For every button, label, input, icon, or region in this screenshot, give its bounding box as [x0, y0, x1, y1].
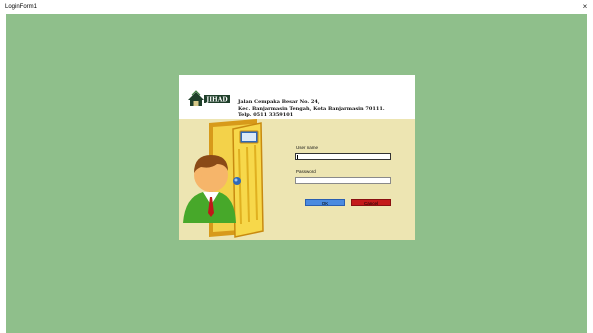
- address-line: Telp. 0511 3359101: [238, 112, 294, 119]
- address-line: Jalan Cempaka Besar No. 24,: [238, 99, 320, 105]
- form-background: JIHAD Jalan Cempaka Besar No. 24, Kec. B…: [6, 14, 587, 333]
- close-button[interactable]: ×: [577, 0, 593, 14]
- cancel-button[interactable]: Cancel: [351, 199, 391, 206]
- address-line: Kec. Banjarmasin Tengah, Kota Banjarmasi…: [238, 105, 385, 112]
- logo-text: JIHAD: [205, 96, 227, 103]
- title-bar: LoginForm1 ×: [0, 0, 593, 14]
- login-panel: JIHAD Jalan Cempaka Besar No. 24, Kec. B…: [179, 75, 415, 240]
- user-at-door-icon: [183, 119, 264, 238]
- username-input[interactable]: [295, 153, 391, 160]
- header-banner: JIHAD Jalan Cempaka Besar No. 24, Kec. B…: [179, 75, 415, 119]
- company-address: Jalan Cempaka Besar No. 24, Kec. Banjarm…: [238, 99, 414, 119]
- window-title: LoginForm1: [5, 4, 38, 10]
- company-logo: JIHAD: [188, 90, 230, 106]
- username-label: User name: [296, 145, 319, 150]
- password-label: Password: [296, 169, 316, 174]
- ok-button[interactable]: OK: [305, 199, 345, 206]
- text-caret: [297, 155, 298, 159]
- password-input[interactable]: [295, 177, 391, 184]
